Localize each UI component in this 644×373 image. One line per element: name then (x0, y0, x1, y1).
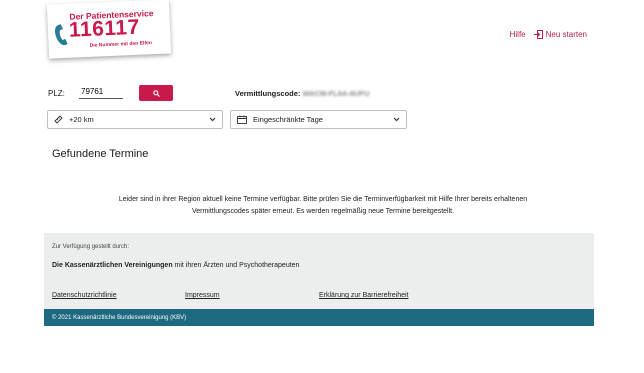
chevron-down-icon (393, 117, 400, 122)
logo[interactable]: Der Patientenservice 116117 Die Nummer m… (46, 0, 172, 59)
vermittlungscode-label: Vermittlungscode: (235, 89, 301, 98)
provider-text: Die Kassenärztlichen Vereinigungen mit i… (52, 262, 299, 269)
logo-number: 116117 (68, 15, 141, 42)
distance-value: +20 km (69, 115, 94, 124)
chevron-down-icon (209, 117, 216, 122)
restart-link[interactable]: Neu starten (533, 30, 587, 39)
phone-icon (55, 24, 68, 46)
distance-select[interactable]: +20 km (47, 110, 223, 129)
privacy-link[interactable]: Datenschutzrichtlinie (52, 292, 117, 299)
days-value: Eingeschränkte Tage (253, 115, 323, 124)
copyright-bar: © 2021 Kassenärztliche Bundesvereinigung… (44, 309, 594, 326)
ruler-icon (54, 115, 63, 124)
footer: Zur Verfügung gestellt durch: Die Kassen… (44, 233, 594, 309)
calendar-icon (237, 115, 247, 124)
days-select[interactable]: Eingeschränkte Tage (230, 110, 407, 129)
vermittlungscode-value: WACM-FL6A-6UFU (302, 89, 370, 98)
provider-description: mit ihren Ärzten und Psychotherapeuten (172, 262, 300, 269)
no-appointments-message: Leider sind in ihrer Region aktuell kein… (60, 194, 586, 218)
search-icon (152, 89, 160, 97)
restart-label: Neu starten (545, 30, 587, 39)
vermittlungscode: Vermittlungscode: WACM-FL6A-6UFU (235, 89, 370, 98)
provider-name: Die Kassenärztlichen Vereinigungen (52, 262, 173, 269)
imprint-link[interactable]: Impressum (185, 292, 220, 299)
message-line-2: Vermittlungscodes später erneut. Es werd… (191, 208, 455, 215)
page-heading: Gefundene Termine (52, 148, 149, 160)
logout-icon (533, 30, 543, 39)
help-link[interactable]: Hilfe (510, 30, 526, 39)
provided-by-label: Zur Verfügung gestellt durch: (52, 244, 130, 250)
header-links: Hilfe Neu starten (510, 30, 587, 39)
logo-subtitle: Die Nummer mit den Elfen (89, 40, 153, 49)
plz-label: PLZ: (48, 89, 65, 98)
message-line-1: Leider sind in ihrer Region aktuell kein… (118, 196, 528, 203)
search-button[interactable] (139, 85, 173, 101)
accessibility-link[interactable]: Erklärung zur Barrierefreiheit (319, 292, 408, 299)
plz-input[interactable] (79, 84, 123, 99)
